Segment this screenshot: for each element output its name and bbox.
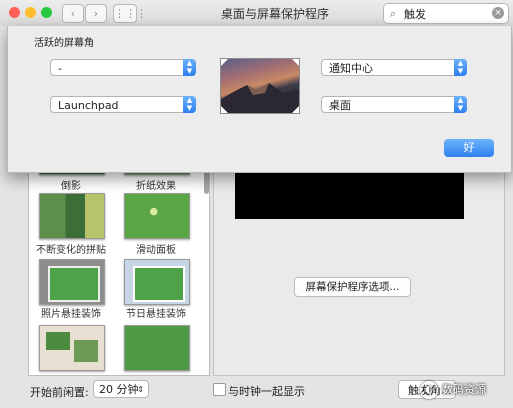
corner-marker-icon [221, 106, 228, 113]
stepper-icon: ⇕ [137, 385, 144, 394]
popup-arrows-icon: ▲ ▼ [454, 59, 467, 76]
title-bar: ‹ › ⋮⋮⋮ 桌面与屏幕保护程序 ⌕ 触发 × [0, 0, 513, 27]
close-window-button[interactable] [9, 7, 20, 18]
ok-button[interactable]: 好 [444, 139, 494, 157]
mountain-illustration [221, 83, 299, 113]
idle-time-select[interactable]: 20 分钟 ⇕ [93, 380, 149, 398]
watermark-logo-icon: ◐ [420, 381, 438, 399]
popup-arrows-icon: ▲ ▼ [183, 96, 196, 113]
screensaver-label: 折纸效果 [136, 181, 176, 192]
corner-marker-icon [292, 59, 299, 66]
show-with-clock-label: 与时钟一起显示 [228, 385, 305, 398]
screensaver-thumb[interactable] [39, 193, 105, 239]
corner-marker-icon [221, 59, 228, 66]
back-button[interactable]: ‹ [62, 4, 84, 23]
screensaver-list[interactable]: 倒影 折纸效果 不断变化的拼贴 滑动面板 照片悬挂装饰 节日悬挂装饰 [28, 140, 210, 376]
show-all-button[interactable]: ⋮⋮⋮ [113, 4, 147, 23]
popup-arrows-icon: ▲ ▼ [454, 96, 467, 113]
screensaver-options-button[interactable]: 屏幕保护程序选项... [294, 277, 411, 297]
grid-icon: ⋮⋮⋮ [114, 7, 147, 20]
preview-panel: 屏幕保护程序选项... [213, 140, 505, 376]
clear-search-icon[interactable]: × [492, 7, 504, 19]
top-right-corner-select[interactable]: 通知中心 ▲ ▼ [321, 59, 467, 76]
show-with-clock-checkbox[interactable] [213, 383, 226, 396]
search-field[interactable]: ⌕ 触发 × [383, 3, 509, 24]
corner-marker-icon [292, 106, 299, 113]
bottom-right-corner-value: 桌面 [329, 99, 351, 112]
screensaver-label: 倒影 [61, 181, 81, 192]
top-left-corner-value: - [58, 62, 62, 75]
idle-time-value: 20 分钟 [99, 383, 139, 396]
minimize-window-button[interactable] [25, 7, 36, 18]
screensaver-thumb[interactable] [124, 325, 190, 371]
popup-arrows-icon: ▲ ▼ [183, 59, 196, 76]
chevron-right-icon: › [93, 7, 99, 20]
bottom-right-corner-select[interactable]: 桌面 ▲ ▼ [321, 96, 467, 113]
bottom-left-corner-select[interactable]: Launchpad ▲ ▼ [50, 96, 196, 113]
screensaver-thumb[interactable] [124, 193, 190, 239]
search-icon: ⌕ [390, 7, 397, 20]
screensaver-thumb[interactable] [124, 259, 190, 305]
screensaver-label: 节日悬挂装饰 [126, 309, 186, 320]
idle-label: 开始前闲置: [30, 386, 89, 399]
top-right-corner-value: 通知中心 [329, 62, 373, 75]
desktop-preview-image [220, 58, 300, 114]
bottom-bar: 开始前闲置: 20 分钟 ⇕ 与时钟一起显示 触发角... ◐ 数码资源 [0, 378, 513, 408]
chevron-left-icon: ‹ [70, 7, 76, 20]
watermark-text: 数码资源 [442, 383, 486, 396]
hot-corners-title: 活跃的屏幕角 [34, 38, 94, 49]
window-title: 桌面与屏幕保护程序 [220, 7, 329, 21]
screensaver-label: 不断变化的拼贴 [36, 245, 106, 256]
screensaver-thumb[interactable] [39, 259, 105, 305]
search-input[interactable]: 触发 [404, 6, 426, 22]
screensaver-label: 滑动面板 [136, 245, 176, 256]
hot-corners-sheet: 活跃的屏幕角 - ▲ ▼ Launchpad ▲ ▼ 通知中心 ▲ ▼ 桌面 ▲ ▼ 好 [7, 26, 512, 173]
watermark: ◐ 数码资源 [420, 378, 486, 402]
screensaver-label: 照片悬挂装饰 [41, 309, 101, 320]
zoom-window-button[interactable] [41, 7, 52, 18]
top-left-corner-select[interactable]: - ▲ ▼ [50, 59, 196, 76]
bottom-left-corner-value: Launchpad [58, 99, 119, 112]
forward-button[interactable]: › [85, 4, 107, 23]
screensaver-thumb[interactable] [39, 325, 105, 371]
